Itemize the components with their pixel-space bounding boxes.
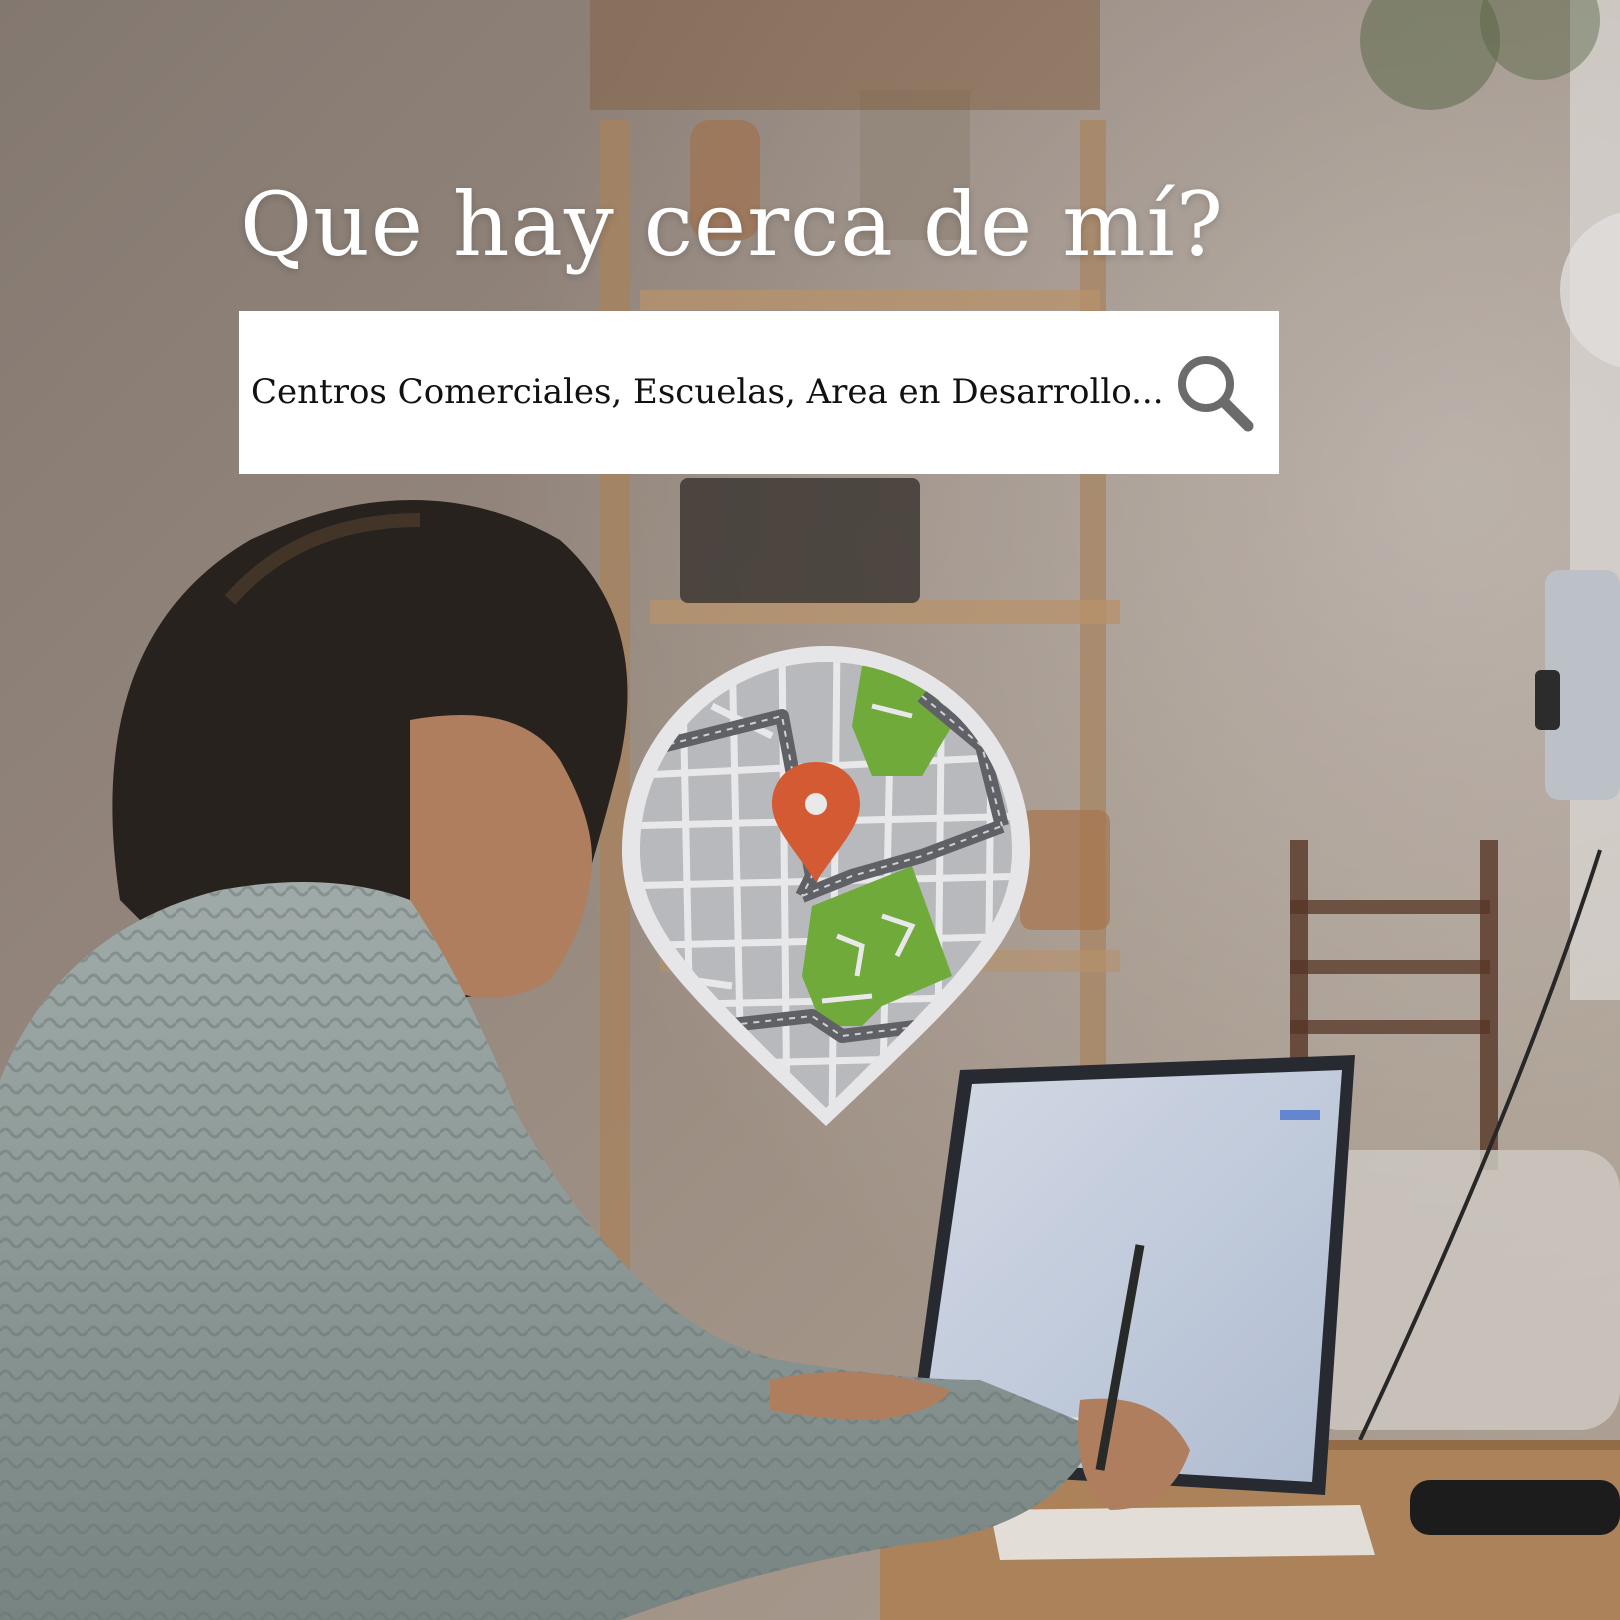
- page-headline: Que hay cerca de mí?: [240, 173, 1225, 276]
- map-location-pin-icon: [622, 646, 1030, 1126]
- search-box[interactable]: Centros Comerciales, Escuelas, Area en D…: [239, 311, 1279, 474]
- search-input[interactable]: Centros Comerciales, Escuelas, Area en D…: [251, 311, 1164, 474]
- search-icon[interactable]: [1170, 348, 1260, 438]
